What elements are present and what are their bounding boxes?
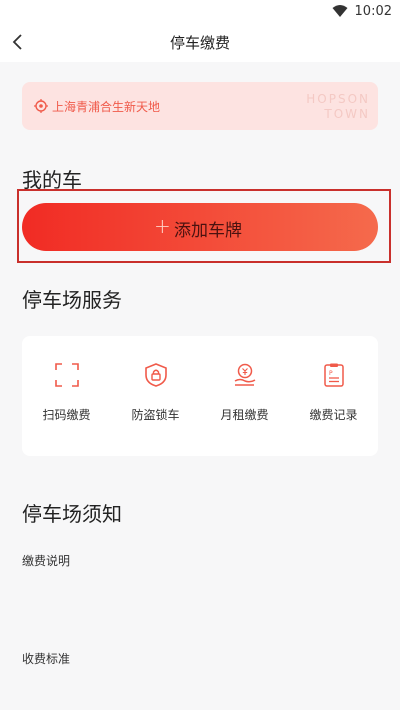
add-plate-label: 添加车牌: [174, 221, 242, 241]
notice-title: 停车场须知: [22, 502, 122, 526]
watermark-line-1: HOPSON: [306, 92, 370, 106]
location-card[interactable]: 上海青浦合生新天地 HOPSON TOWN: [22, 82, 378, 130]
location-name: 上海青浦合生新天地: [52, 100, 161, 114]
nav-bar: 停车缴费: [0, 24, 400, 62]
service-item-monthly-rent[interactable]: 月租缴费: [200, 356, 289, 436]
service-item-scan-pay[interactable]: 扫码缴费: [22, 356, 111, 436]
status-bar: 10:02: [0, 0, 400, 24]
monthly-rent-icon: [234, 363, 256, 386]
watermark-line-2: TOWN: [324, 107, 370, 121]
receipt-icon: P: [324, 363, 344, 387]
service-label: 月租缴费: [220, 408, 269, 422]
services-card: 扫码缴费 防盗锁车 月租缴费 P 缴费记录: [22, 336, 378, 456]
svg-text:P: P: [329, 370, 333, 377]
scan-icon: [55, 363, 79, 387]
services-title: 停车场服务: [22, 288, 122, 312]
status-time: 10:02: [354, 4, 392, 19]
plus-icon: +: [154, 214, 171, 238]
service-item-payment-records[interactable]: P 缴费记录: [289, 356, 378, 436]
service-item-anti-theft-lock[interactable]: 防盗锁车: [111, 356, 200, 436]
location-pin-icon: [34, 99, 48, 113]
service-label: 扫码缴费: [42, 408, 91, 422]
add-plate-button[interactable]: + 添加车牌: [22, 203, 378, 251]
page-title: 停车缴费: [169, 34, 230, 52]
content-area: 上海青浦合生新天地 HOPSON TOWN 我的车 + 添加车牌 停车场服务 扫…: [0, 62, 400, 710]
notice-item-fee-standard[interactable]: 收费标准: [22, 650, 70, 667]
notice-item-payment-instructions[interactable]: 缴费说明: [22, 552, 70, 569]
service-label: 缴费记录: [309, 408, 358, 422]
shield-lock-icon: [145, 363, 167, 387]
wifi-icon: [332, 5, 348, 17]
service-label: 防盗锁车: [131, 408, 180, 422]
brand-watermark: HOPSON TOWN: [306, 92, 370, 122]
